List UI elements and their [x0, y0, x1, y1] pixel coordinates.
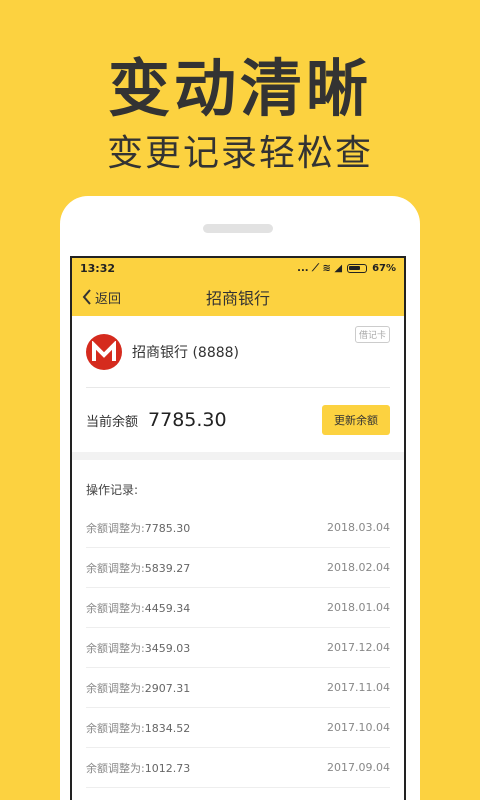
record-label: 余额调整为: [86, 561, 145, 575]
status-icons: ... ⟋ ≋ ◢ 67% [297, 263, 396, 274]
battery-icon [347, 263, 368, 273]
record-label: 余额调整为: [86, 641, 145, 655]
record-change: 余额调整为:3459.03 [86, 640, 190, 656]
status-bar: 13:32 ... ⟋ ≋ ◢ 67% [72, 258, 404, 278]
record-row: 余额调整为:2907.31 2017.11.04 [86, 668, 390, 708]
record-label: 余额调整为: [86, 721, 145, 735]
record-change: 余额调整为:7785.30 [86, 520, 190, 536]
status-time: 13:32 [80, 261, 116, 275]
back-button[interactable]: 返回 [82, 278, 121, 316]
record-change: 余额调整为:1012.73 [86, 760, 190, 776]
bank-name: 招商银行 (8888) [132, 344, 240, 361]
record-date: 2018.02.04 [327, 561, 390, 574]
phone-speaker [203, 224, 273, 233]
record-label: 余额调整为: [86, 521, 145, 535]
record-row: 余额调整为:1012.73 2017.09.04 [86, 748, 390, 788]
record-date: 2018.01.04 [327, 601, 390, 614]
battery-level: 67% [372, 262, 396, 274]
balance-value: 7785.30 [148, 409, 227, 431]
record-value: 2907.31 [144, 681, 191, 695]
record-label: 余额调整为: [86, 681, 145, 695]
chevron-left-icon [82, 289, 91, 305]
record-value: 7785.30 [144, 521, 191, 535]
phone-screen: 13:32 ... ⟋ ≋ ◢ 67% 返回 招商银行 招商银行 (8888) … [70, 256, 406, 800]
record-row: 余额调整为:4459.34 2018.01.04 [86, 588, 390, 628]
balance-label: 当前余额 [86, 414, 139, 430]
record-date: 2017.10.04 [327, 721, 390, 734]
record-row: 余额调整为:3459.03 2017.12.04 [86, 628, 390, 668]
record-row: 余额调整为:512.572017.08.04 [86, 788, 390, 800]
record-change: 余额调整为:1834.52 [86, 720, 190, 736]
balance-row: 当前余额 7785.30 更新余额 [86, 388, 390, 452]
record-date: 2017.11.04 [327, 681, 390, 694]
promo-subline: 变更记录轻松查 [106, 133, 373, 174]
record-row: 余额调整为:7785.30 2018.03.04 [86, 508, 390, 548]
record-value: 1834.52 [144, 721, 191, 735]
record-date: 2018.03.04 [327, 521, 390, 534]
back-label: 返回 [95, 291, 122, 307]
record-row: 余额调整为:1834.52 2017.10.04 [86, 708, 390, 748]
cmb-logo-icon [86, 333, 122, 370]
page-title: 招商银行 [205, 289, 270, 308]
record-value: 4459.34 [144, 601, 191, 615]
record-date: 2017.09.04 [327, 761, 390, 774]
record-change: 余额调整为:2907.31 [86, 680, 190, 696]
record-value: 3459.03 [144, 641, 191, 655]
record-row: 余额调整为:5839.27 2018.02.04 [86, 548, 390, 588]
records-section: 操作记录: 余额调整为:7785.30 2018.03.04 余额调整为:5839.… [72, 460, 404, 800]
record-label: 余额调整为: [86, 761, 145, 775]
bank-info-row: 招商银行 (8888) 借记卡 [86, 316, 390, 388]
bank-card: 招商银行 (8888) 借记卡 当前余额 7785.30 更新余额 [72, 316, 404, 452]
record-value: 1012.73 [144, 761, 191, 775]
promo-headline: 变动清晰 [107, 52, 372, 125]
record-list: 余额调整为:7785.30 2018.03.04 余额调整为:5839.27 2018… [86, 508, 390, 800]
record-label: 余额调整为: [86, 601, 145, 615]
records-title: 操作记录: [86, 482, 139, 497]
update-balance-button[interactable]: 更新余额 [322, 405, 390, 435]
signal-icons: ... ⟋ ≋ ◢ [297, 262, 343, 274]
record-change: 余额调整为:4459.34 [86, 600, 190, 616]
record-date: 2017.12.04 [327, 641, 390, 654]
nav-bar: 返回 招商银行 [72, 278, 404, 316]
card-type-badge: 借记卡 [354, 326, 390, 343]
record-value: 5839.27 [144, 561, 191, 575]
record-change: 余额调整为:5839.27 [86, 560, 190, 576]
